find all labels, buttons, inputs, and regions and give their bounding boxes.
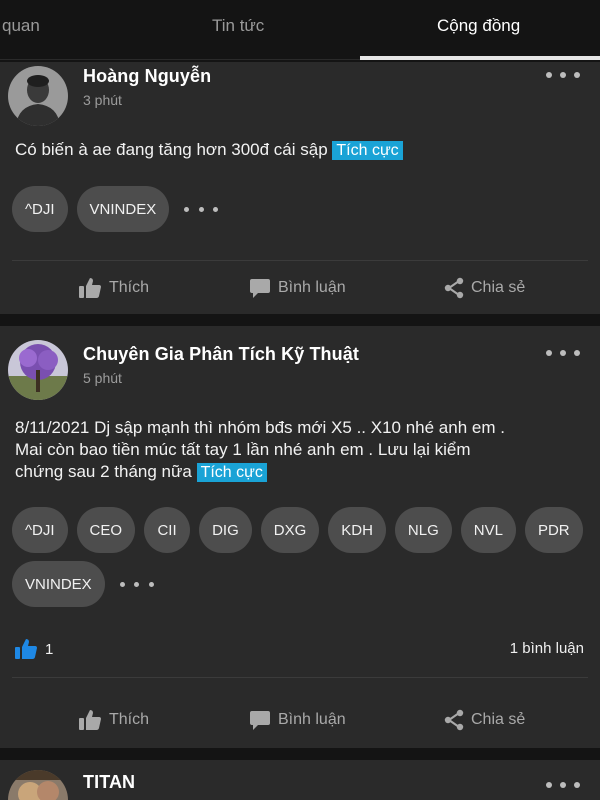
like-label: Thích <box>109 279 150 296</box>
avatar-image <box>8 770 68 800</box>
more-tickers-icon[interactable] <box>184 186 219 232</box>
post-timestamp: 3 phút <box>83 92 122 108</box>
post-author-name[interactable]: Chuyên Gia Phân Tích Kỹ Thuật <box>83 344 359 365</box>
comment-bubble-icon <box>250 279 270 298</box>
like-count[interactable]: 1 <box>14 638 53 660</box>
comment-count[interactable]: 1 bình luận <box>510 640 584 657</box>
avatar[interactable] <box>8 770 68 800</box>
post-content: Có biến à ae đang tăng hơn 300đ cái sập … <box>15 139 582 162</box>
divider <box>12 260 588 261</box>
ticker-chip[interactable]: PDR <box>524 507 583 553</box>
like-label: Thích <box>109 711 150 728</box>
post-timestamp: 5 phút <box>83 370 122 386</box>
like-count-value: 1 <box>45 640 54 658</box>
like-button[interactable]: Thích <box>78 268 149 308</box>
post-card: Hoàng Nguyễn 3 phút Có biến à ae đang tă… <box>0 62 600 314</box>
post-content: 8/11/2021 Dj sập mạnh thì nhóm bđs mới X… <box>15 417 582 484</box>
sentiment-badge: Tích cực <box>196 463 267 482</box>
avatar[interactable] <box>8 66 68 126</box>
ticker-chip[interactable]: VNINDEX <box>12 561 105 607</box>
tab-tong-quan[interactable]: quan <box>2 16 40 36</box>
ticker-chip[interactable]: ^DJI <box>12 186 68 232</box>
post-author-name[interactable]: Hoàng Nguyễn <box>83 66 211 87</box>
thumbs-up-icon <box>15 639 37 659</box>
tab-tin-tuc[interactable]: Tin tức <box>212 16 264 36</box>
more-tickers-icon[interactable] <box>119 561 154 607</box>
share-label: Chia sẻ <box>471 711 526 728</box>
share-icon <box>444 709 464 731</box>
comment-label: Bình luận <box>278 711 346 728</box>
more-options-icon[interactable] <box>546 70 580 80</box>
comment-bubble-icon <box>250 711 270 730</box>
ticker-chip[interactable]: CEO <box>76 507 136 553</box>
post-author-name[interactable]: TITAN <box>83 772 135 793</box>
comment-label: Bình luận <box>278 279 346 296</box>
ticker-chip[interactable]: VNINDEX <box>76 186 170 232</box>
thumbs-up-icon <box>79 710 101 730</box>
more-options-icon[interactable] <box>546 780 580 790</box>
post-text-line: Có biến à ae đang tăng hơn 300đ cái sập <box>15 140 328 159</box>
share-label: Chia sẻ <box>471 279 526 296</box>
post-text-line: chứng sau 2 tháng nữa <box>15 462 192 481</box>
ticker-chip[interactable]: CII <box>144 507 191 553</box>
ticker-chip[interactable]: NLG <box>394 507 452 553</box>
like-button[interactable]: Thích <box>78 700 149 740</box>
ticker-chip-list: ^DJI CEO CII DIG DXG KDH NLG NVL PDR VNI… <box>12 507 588 607</box>
avatar-image <box>8 340 68 400</box>
ticker-chip[interactable]: ^DJI <box>12 507 68 553</box>
thumbs-up-icon <box>79 278 101 298</box>
tab-cong-dong[interactable]: Cộng đồng <box>437 16 520 36</box>
post-action-bar: Thích Bình luận Chia sẻ <box>0 700 600 740</box>
comment-button[interactable]: Bình luận <box>249 700 346 740</box>
comment-button[interactable]: Bình luận <box>249 268 346 308</box>
ticker-chip[interactable]: NVL <box>460 507 516 553</box>
post-text-line: Mai còn bao tiền múc tất tay 1 lần nhé a… <box>15 440 471 459</box>
active-tab-indicator <box>360 56 600 60</box>
ticker-chip[interactable]: DIG <box>199 507 252 553</box>
avatar[interactable] <box>8 340 68 400</box>
share-icon <box>444 277 464 299</box>
ticker-chip-list: ^DJI VNINDEX <box>12 186 588 232</box>
avatar-image <box>8 66 68 126</box>
more-options-icon[interactable] <box>546 348 580 358</box>
sentiment-badge: Tích cực <box>332 141 403 160</box>
post-text-line: 8/11/2021 Dj sập mạnh thì nhóm bđs mới X… <box>15 418 505 437</box>
top-tab-bar: quan Tin tức Cộng đồng <box>0 0 600 60</box>
ticker-chip[interactable]: KDH <box>328 507 386 553</box>
divider <box>12 677 588 678</box>
ticker-chip[interactable]: DXG <box>260 507 320 553</box>
post-stats: 1 1 bình luận <box>0 638 600 662</box>
post-card: Chuyên Gia Phân Tích Kỹ Thuật 5 phút 8/1… <box>0 326 600 748</box>
share-button[interactable]: Chia sẻ <box>444 268 525 308</box>
post-action-bar: Thích Bình luận Chia sẻ <box>0 268 600 308</box>
post-card: TITAN <box>0 760 600 800</box>
share-button[interactable]: Chia sẻ <box>444 700 525 740</box>
